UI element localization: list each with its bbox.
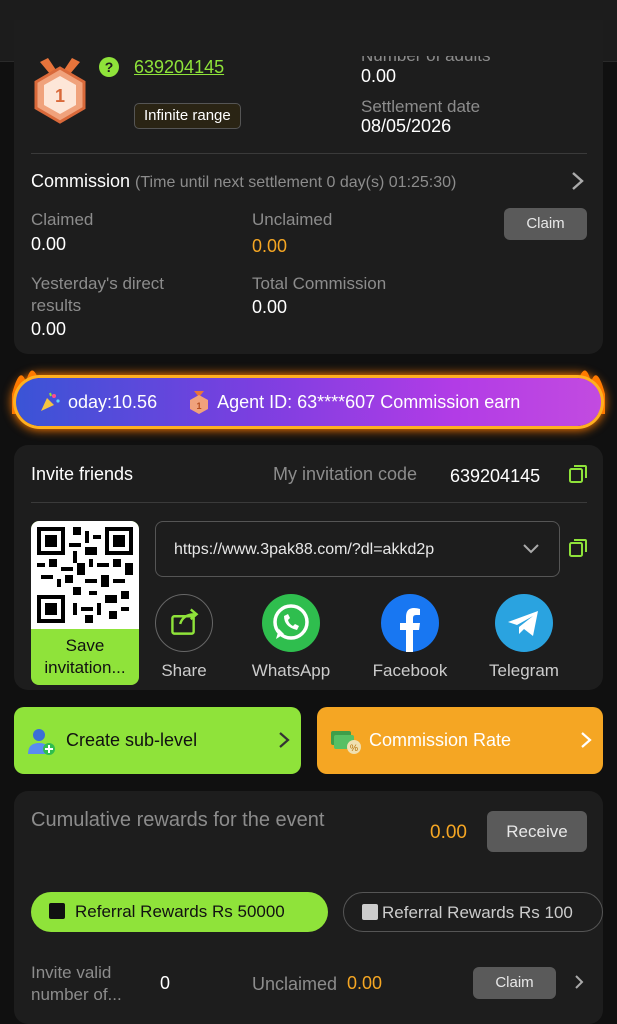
chevron-right-icon (581, 732, 592, 748)
commission-countdown: (Time until next settlement 0 day(s) 01:… (135, 174, 457, 191)
share-icon (155, 594, 213, 652)
share-label: Share (161, 661, 207, 680)
commission-header[interactable]: Commission (Time until next settlement 0… (31, 171, 456, 192)
user-id-link[interactable]: 639204145 (134, 57, 224, 78)
rewards-unclaimed-label: Unclaimed (252, 974, 338, 994)
pill-inactive-label: Referral Rewards Rs 100 (382, 903, 573, 922)
svg-text:1: 1 (197, 401, 202, 411)
marquee-banner: oday:10.56 1 Agent ID: 63****607 Commiss… (10, 354, 607, 444)
chevron-right-icon (279, 732, 290, 748)
pill-active-label: Referral Rewards Rs 50000 (75, 902, 285, 921)
save-invitation-label: Save invitation... (44, 636, 126, 677)
rewards-unclaimed-value: 0.00 (347, 973, 383, 993)
telegram-button[interactable]: Telegram (482, 594, 566, 681)
rewards-title: Cumulative rewards for the event (31, 809, 325, 831)
invite-valid-label: Invite valid number of... (31, 962, 122, 1006)
unclaimed-value: 0.00 (252, 236, 288, 256)
rewards-amount: 0.00 (430, 822, 467, 843)
invite-valid-label-line-1: Invite valid (31, 963, 112, 982)
banner-text-2: Agent ID: 63****607 Commission earn (217, 392, 521, 412)
invite-valid-label-line-2: number of... (31, 985, 122, 1004)
invitation-link: https://www.3pak88.com/?dl=akkd2p (174, 541, 435, 558)
divider (31, 153, 587, 154)
referral-rewards-tab-active[interactable]: Referral Rewards Rs 50000 (31, 892, 328, 932)
telegram-label: Telegram (489, 661, 559, 680)
yesterday-label-line-1: Yesterday's direct (31, 274, 165, 293)
chevron-right-icon[interactable] (574, 974, 584, 990)
telegram-icon (495, 594, 553, 652)
adults-value: 0.00 (361, 66, 397, 86)
facebook-label: Facebook (372, 661, 448, 680)
whatsapp-icon (262, 594, 320, 652)
gift-icon (362, 904, 378, 920)
referral-rewards-tab[interactable]: Referral Rewards Rs 100 (343, 892, 603, 932)
chevron-down-icon (523, 544, 539, 554)
commission-rate-button[interactable]: % Commission Rate (317, 707, 603, 774)
facebook-icon (381, 594, 439, 652)
medal-number: 1 (55, 86, 65, 106)
commission-rate-label: Commission Rate (369, 730, 512, 750)
commission-title: Commission (31, 171, 131, 191)
gift-icon (49, 903, 65, 919)
banner-text-1: oday:10.56 (68, 392, 158, 412)
divider (31, 502, 587, 503)
save-invitation-button[interactable]: Save invitation... (31, 521, 139, 685)
qr-code (31, 521, 139, 629)
yesterday-label-line-2: results (31, 296, 82, 315)
facebook-button[interactable]: Facebook (366, 594, 454, 681)
add-user-icon (28, 729, 55, 755)
whatsapp-label: WhatsApp (251, 661, 331, 680)
party-icon (41, 392, 60, 411)
share-button[interactable]: Share (154, 594, 214, 681)
invitation-code-label: My invitation code (273, 464, 418, 484)
create-sub-level-label: Create sub-level (66, 730, 198, 750)
whatsapp-button[interactable]: WhatsApp (245, 594, 337, 681)
create-sub-level-button[interactable]: Create sub-level (14, 707, 301, 774)
unclaimed-label: Unclaimed (252, 210, 333, 229)
invite-valid-value: 0 (160, 973, 171, 993)
claimed-value: 0.00 (31, 234, 67, 254)
medal-icon: 1 (30, 58, 90, 124)
total-commission-label: Total Commission (252, 274, 387, 293)
receive-button[interactable]: Receive (487, 811, 587, 852)
verified-icon: ? (99, 57, 119, 77)
medal-small-icon: 1 (190, 391, 209, 414)
money-icon: % (331, 731, 361, 754)
copy-icon[interactable] (569, 465, 587, 483)
settlement-value: 08/05/2026 (361, 116, 452, 136)
invitation-link-select[interactable]: https://www.3pak88.com/?dl=akkd2p (155, 521, 560, 577)
range-tag: Infinite range (134, 103, 241, 129)
rewards-claim-button[interactable]: Claim (473, 967, 556, 999)
claim-button[interactable]: Claim (504, 208, 587, 240)
total-commission-value: 0.00 (252, 297, 288, 317)
invitation-code: 639204145 (450, 466, 541, 486)
invite-title: Invite friends (31, 464, 134, 484)
yesterday-value: 0.00 (31, 319, 67, 339)
settlement-label: Settlement date (361, 97, 481, 116)
chevron-right-icon[interactable] (571, 171, 585, 191)
yesterday-label: Yesterday's direct results (31, 273, 164, 317)
svg-text:%: % (350, 743, 358, 753)
claimed-label: Claimed (31, 210, 94, 229)
copy-link-icon[interactable] (569, 539, 587, 557)
